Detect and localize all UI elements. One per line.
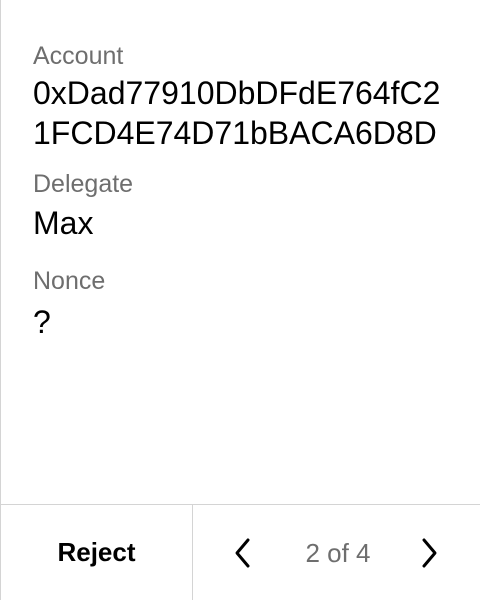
delegate-value: Max [33, 205, 94, 241]
account-value: 0xDad77910DbDFdE764fC21FCD4E74D71bBACA6D… [33, 75, 441, 151]
chevron-right-icon [422, 538, 437, 568]
pagination: 2 of 4 [193, 505, 480, 600]
nonce-field: Nonce ? [33, 265, 463, 342]
nonce-value: ? [33, 304, 51, 340]
account-field: Account 0xDad77910DbDFdE764fC21FCD4E74D7… [33, 40, 463, 153]
previous-button[interactable] [225, 535, 261, 571]
page-indicator: 2 of 4 [305, 538, 371, 568]
details-list: Account 0xDad77910DbDFdE764fC21FCD4E74D7… [33, 40, 463, 342]
delegate-field: Delegate Max [33, 168, 463, 243]
reject-button[interactable]: Reject [1, 505, 193, 600]
delegate-label: Delegate [33, 170, 134, 198]
nonce-label: Nonce [33, 267, 106, 295]
chevron-left-icon [235, 538, 250, 568]
next-button[interactable] [411, 535, 447, 571]
review-panel: Account 0xDad77910DbDFdE764fC21FCD4E74D7… [0, 0, 480, 600]
action-footer: Reject 2 of 4 [1, 504, 480, 600]
account-label: Account [33, 42, 124, 70]
